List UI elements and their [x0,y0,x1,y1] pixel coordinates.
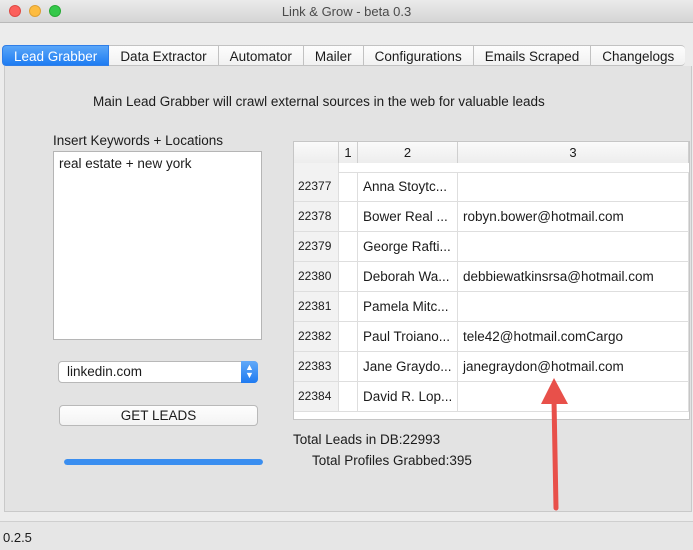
column-header-1[interactable]: 1 [339,142,358,163]
column-header-3[interactable]: 3 [458,142,689,163]
window-title: Link & Grow - beta 0.3 [281,4,412,19]
cell-col-3[interactable]: tele42@hotmail.comCargo [458,322,689,351]
row-index-cell[interactable]: 22383 [294,352,339,381]
cell-col-1[interactable] [339,382,358,411]
cell-col-3[interactable]: robyn.bower@hotmail.com [458,202,689,231]
source-select[interactable]: linkedin.com ▲ ▼ [58,361,258,383]
keywords-textarea[interactable]: real estate + new york [53,151,262,340]
cell-col-2[interactable]: David R. Lop... [358,382,458,411]
cell-col-1[interactable] [339,292,358,321]
cell-col-3[interactable] [458,172,689,201]
cell-col-1[interactable] [339,172,358,201]
cell-col-2[interactable]: Anna Stoytc... [358,172,458,201]
table-body: 22377 Anna Stoytc... 22378 Bower Real ... ro… [294,172,689,412]
table-header: 1 2 3 [294,142,689,164]
row-index-cell[interactable]: 22380 [294,262,339,291]
cell-col-2[interactable]: Paul Troiano... [358,322,458,351]
tab-changelogs[interactable]: Changelogs [591,45,686,66]
cell-col-3[interactable] [458,382,689,411]
version-label: 0.2.5 [3,530,32,545]
column-header-index[interactable] [294,142,339,163]
cell-col-1[interactable] [339,352,358,381]
row-index-cell[interactable]: 22382 [294,322,339,351]
progress-fill [64,459,263,465]
table-row[interactable]: 22383 Jane Graydo... janegraydon@hotmail.c… [294,352,689,382]
get-leads-button[interactable]: GET LEADS [59,405,258,426]
cell-col-3[interactable] [458,292,689,321]
status-bar: 0.2.5 [0,521,693,550]
cell-col-2[interactable]: Deborah Wa... [358,262,458,291]
cell-col-2[interactable]: Pamela Mitc... [358,292,458,321]
table-row[interactable]: 22381 Pamela Mitc... [294,292,689,322]
table-row[interactable]: 22380 Deborah Wa... debbiewatkinsrsa@hotma… [294,262,689,292]
progress-bar [64,459,263,465]
cell-col-3[interactable]: debbiewatkinsrsa@hotmail.com [458,262,689,291]
tab-data-extractor[interactable]: Data Extractor [109,45,219,66]
cell-col-1[interactable] [339,202,358,231]
row-index-cell[interactable]: 22381 [294,292,339,321]
tab-emails-scraped[interactable]: Emails Scraped [473,45,592,66]
table-row[interactable]: 22384 David R. Lop... [294,382,689,412]
cell-col-2[interactable]: Jane Graydo... [358,352,458,381]
table-row[interactable]: 22379 George Rafti... [294,232,689,262]
total-leads-label: Total Leads in DB:22993 [293,432,441,447]
column-header-2[interactable]: 2 [358,142,458,163]
tab-lead-grabber[interactable]: Lead Grabber [2,45,110,66]
cell-col-1[interactable] [339,322,358,351]
chevron-updown-icon: ▲ ▼ [241,361,258,383]
tab-mailer[interactable]: Mailer [303,45,364,66]
row-index-cell[interactable]: 22384 [294,382,339,411]
tab-configurations[interactable]: Configurations [363,45,474,66]
table-row[interactable]: 22378 Bower Real ... robyn.bower@hotmail.c… [294,202,689,232]
cell-col-1[interactable] [339,262,358,291]
cell-col-1[interactable] [339,232,358,261]
table-row[interactable]: 22382 Paul Troiano... tele42@hotmail.comCa… [294,322,689,352]
title-bar: Link & Grow - beta 0.3 [0,0,693,23]
leads-table: 1 2 3 22377 Anna Stoytc... 22378 Bower Real… [293,141,690,420]
cell-col-3[interactable] [458,232,689,261]
row-index-cell[interactable]: 22378 [294,202,339,231]
table-row[interactable]: 22377 Anna Stoytc... [294,172,689,202]
keywords-label: Insert Keywords + Locations [53,133,223,148]
cell-col-2[interactable]: Bower Real ... [358,202,458,231]
row-index-cell[interactable]: 22377 [294,172,339,201]
total-profiles-label: Total Profiles Grabbed:395 [312,453,472,468]
cell-col-3[interactable]: janegraydon@hotmail.com [458,352,689,381]
intro-text: Main Lead Grabber will crawl external so… [93,94,545,109]
cell-col-2[interactable]: George Rafti... [358,232,458,261]
row-index-cell[interactable]: 22379 [294,232,339,261]
tab-automator[interactable]: Automator [218,45,304,66]
source-select-value: linkedin.com [67,364,143,379]
tab-bar: Lead Grabber Data Extractor Automator Ma… [2,45,686,67]
